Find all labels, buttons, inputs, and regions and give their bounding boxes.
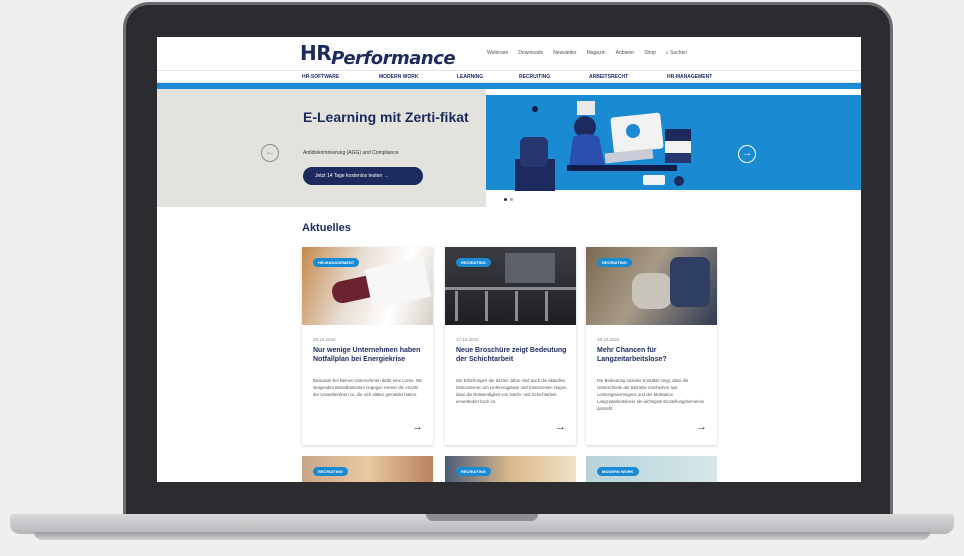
news-card-2[interactable]: RECRUITING 17.10.2022 Neue Broschüre zei… xyxy=(445,247,576,445)
news-card-4[interactable]: RECRUITING xyxy=(302,456,433,482)
catnav-learning[interactable]: LEARNING xyxy=(457,74,483,80)
hero-illustration xyxy=(515,101,691,191)
catnav-recruiting[interactable]: RECRUITING xyxy=(519,74,550,80)
news-date: 17.10.2022 xyxy=(456,337,479,342)
news-heading: Aktuelles xyxy=(302,222,351,234)
top-nav: Webinare Downloads Newsletter Magazin An… xyxy=(487,50,687,56)
news-title[interactable]: Nur wenige Unternehmen haben Notfallplan… xyxy=(313,347,425,364)
news-card-image: RECRUITING xyxy=(445,247,576,325)
topnav-anbieter[interactable]: Anbieter xyxy=(616,50,635,56)
catnav-hr-management[interactable]: HR-MANAGEMENT xyxy=(667,74,712,80)
laptop-base-edge xyxy=(34,532,930,540)
category-badge[interactable]: RECRUITING xyxy=(597,258,632,267)
news-date: 19.10.2022 xyxy=(313,337,336,342)
arrow-right-icon[interactable]: → xyxy=(555,421,566,433)
news-title[interactable]: Mehr Chancen für Langzeitarbeitslose? xyxy=(597,347,709,364)
topnav-newsletter[interactable]: Newsletter xyxy=(553,50,577,56)
hero-cta-button[interactable]: Jetzt 14 Tage kostenlos testen → xyxy=(303,167,423,185)
news-card-6[interactable]: MODERN WORK xyxy=(586,456,717,482)
carousel-dots xyxy=(504,198,513,201)
news-excerpt: Bewusste bei kleinen Unternehmen dafür e… xyxy=(313,378,422,397)
site-logo[interactable]: HRPerformance xyxy=(300,41,456,69)
news-title[interactable]: Neue Broschüre zeigt Bedeutung der Schic… xyxy=(456,347,568,364)
catnav-modern-work[interactable]: MODERN WORK xyxy=(379,74,418,80)
site-header: HRPerformance Webinare Downloads Newslet… xyxy=(157,37,861,83)
logo-performance: Performance xyxy=(331,48,456,69)
news-card-5[interactable]: RECRUITING xyxy=(445,456,576,482)
category-badge[interactable]: RECRUITING xyxy=(456,258,491,267)
topnav-magazin[interactable]: Magazin xyxy=(587,50,606,56)
hero-subtitle: Antidiskriminierung (AGG) und Compliance xyxy=(303,150,399,156)
news-card-3[interactable]: RECRUITING 18.10.2022 Mehr Chancen für L… xyxy=(586,247,717,445)
carousel-prev-button[interactable]: ← xyxy=(261,144,279,162)
news-card-1[interactable]: HR-MANAGEMENT 19.10.2022 Nur wenige Unte… xyxy=(302,247,433,445)
carousel-next-button[interactable]: → xyxy=(738,145,756,163)
news-excerpt: Die Bedeutung sozialer Kontakte zeigt, d… xyxy=(597,378,704,411)
category-badge[interactable]: HR-MANAGEMENT xyxy=(313,258,360,267)
laptop-screen: HRPerformance Webinare Downloads Newslet… xyxy=(157,37,861,482)
photo-stage: HRPerformance Webinare Downloads Newslet… xyxy=(0,0,964,556)
news-date: 18.10.2022 xyxy=(597,337,620,342)
topnav-webinare[interactable]: Webinare xyxy=(487,50,508,56)
arrow-right-icon[interactable]: → xyxy=(412,421,423,433)
topnav-shop[interactable]: Shop xyxy=(644,50,656,56)
catnav-arbeitsrecht[interactable]: ARBEITSRECHT xyxy=(589,74,628,80)
news-excerpt: Die Erfahrungen der letzten Jahre sind a… xyxy=(456,378,568,404)
topnav-downloads[interactable]: Downloads xyxy=(518,50,543,56)
news-card-image: RECRUITING xyxy=(586,247,717,325)
hero-title: E-Learning mit Zerti-fikat xyxy=(303,109,469,125)
carousel-dot-2[interactable] xyxy=(510,198,513,201)
carousel-dot-1[interactable] xyxy=(504,198,507,201)
category-nav: HR-SOFTWARE MODERN WORK LEARNING RECRUIT… xyxy=(157,70,861,83)
search-label: Suchen xyxy=(670,50,688,56)
category-badge[interactable]: RECRUITING xyxy=(456,467,491,476)
catnav-hr-software[interactable]: HR-SOFTWARE xyxy=(302,74,339,80)
laptop-notch xyxy=(426,514,538,521)
category-badge[interactable]: RECRUITING xyxy=(313,467,348,476)
category-badge[interactable]: MODERN WORK xyxy=(597,467,639,476)
hero-text-panel xyxy=(157,89,486,207)
topnav-search[interactable]: ⌕ Suchen xyxy=(666,50,687,56)
news-card-image: HR-MANAGEMENT xyxy=(302,247,433,325)
logo-hr: HR xyxy=(300,41,332,65)
arrow-right-icon[interactable]: → xyxy=(696,421,707,433)
